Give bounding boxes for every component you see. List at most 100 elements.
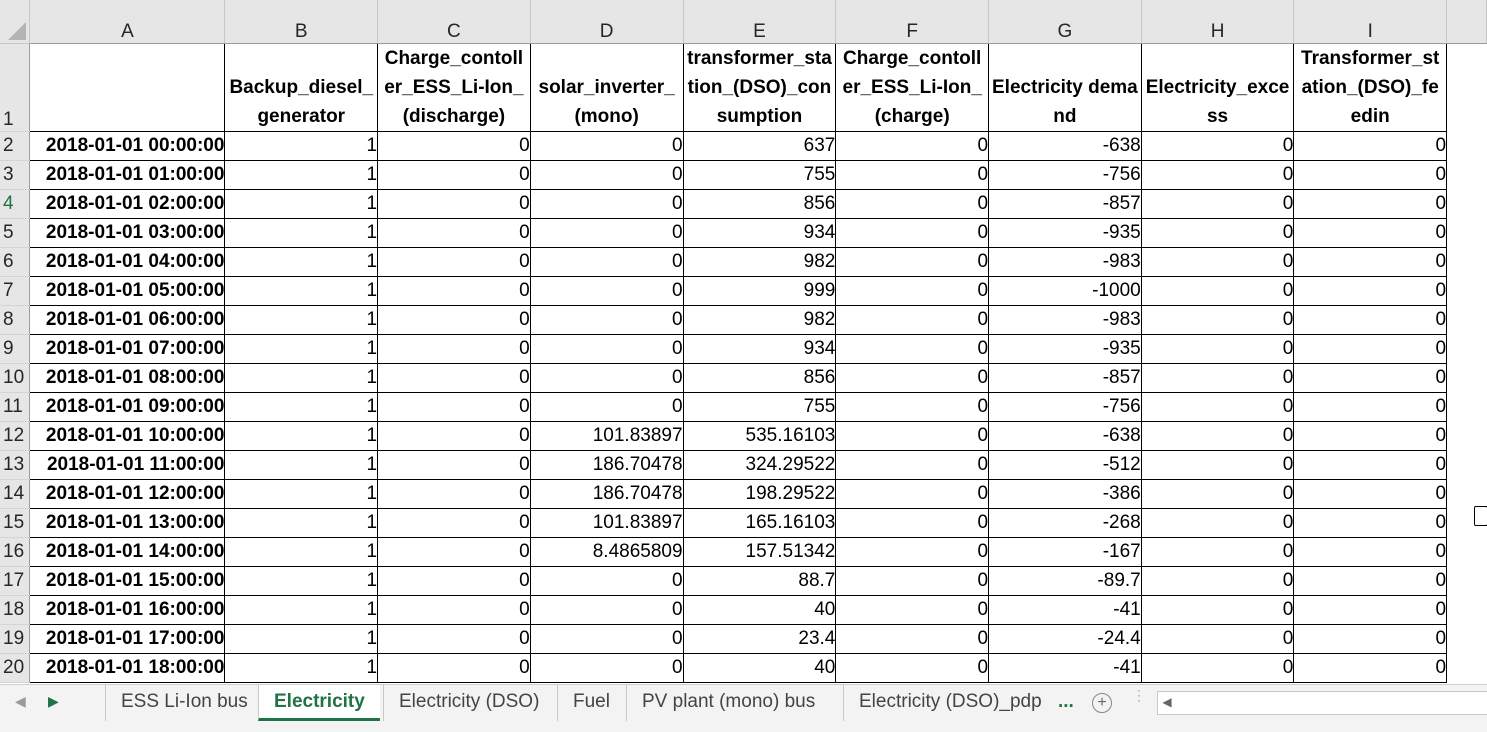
data-cell[interactable]: 1 [224, 624, 379, 654]
timestamp-cell[interactable]: 2018-01-01 02:00:00 [29, 189, 226, 219]
more-tabs-button[interactable]: ... [1058, 685, 1074, 719]
header-cell-transformer-consumption[interactable]: transformer_station_(DSO)_consumption [683, 43, 837, 132]
row-header[interactable]: 14 [0, 479, 31, 509]
data-cell[interactable]: 0 [835, 479, 990, 509]
data-cell[interactable]: 0 [377, 247, 531, 277]
scroll-left-icon[interactable]: ◀ [1157, 691, 1177, 713]
header-cell-charge-controller-charge[interactable]: Charge_contoller_ESS_Li-Ion_(charge) [835, 43, 990, 132]
plus-circle-icon[interactable]: + [1092, 693, 1112, 713]
data-cell[interactable]: -167 [988, 537, 1142, 567]
data-cell[interactable]: 0 [377, 392, 531, 422]
empty-cell[interactable] [1447, 190, 1487, 219]
data-cell[interactable]: -1000 [988, 276, 1142, 306]
timestamp-cell[interactable]: 2018-01-01 08:00:00 [29, 363, 226, 393]
column-header-g[interactable]: G [988, 0, 1142, 44]
data-cell[interactable]: 0 [377, 479, 531, 509]
data-cell[interactable]: 0 [1141, 218, 1295, 248]
data-cell[interactable]: 0 [377, 566, 531, 596]
empty-cell[interactable] [1447, 132, 1487, 161]
empty-cell[interactable] [1447, 567, 1487, 596]
data-cell[interactable]: 0 [1293, 363, 1448, 393]
column-header-i[interactable]: I [1293, 0, 1448, 44]
data-cell[interactable]: 0 [1293, 189, 1448, 219]
data-cell[interactable]: 186.70478 [530, 450, 684, 480]
timestamp-cell[interactable]: 2018-01-01 09:00:00 [29, 392, 226, 422]
data-cell[interactable]: 0 [1293, 624, 1448, 654]
data-cell[interactable]: 88.7 [683, 566, 837, 596]
data-cell[interactable]: 0 [835, 189, 990, 219]
tab-electricity[interactable]: Electricity [258, 685, 380, 721]
row-header[interactable]: 1 [0, 43, 31, 132]
timestamp-cell[interactable]: 2018-01-01 03:00:00 [29, 218, 226, 248]
data-cell[interactable]: 0 [530, 624, 684, 654]
data-cell[interactable]: 1 [224, 160, 379, 190]
data-cell[interactable]: 0 [530, 160, 684, 190]
row-header[interactable]: 4 [0, 189, 31, 219]
data-cell[interactable]: 0 [1141, 363, 1295, 393]
data-cell[interactable]: 0 [530, 595, 684, 625]
empty-cell[interactable] [1447, 248, 1487, 277]
data-cell[interactable]: 0 [1293, 305, 1448, 335]
timestamp-cell[interactable]: 2018-01-01 10:00:00 [29, 421, 226, 451]
data-cell[interactable]: 0 [1141, 131, 1295, 161]
empty-cell[interactable] [1447, 654, 1487, 683]
timestamp-cell[interactable]: 2018-01-01 12:00:00 [29, 479, 226, 509]
data-cell[interactable]: 0 [377, 653, 531, 683]
data-cell[interactable]: 0 [377, 537, 531, 567]
row-header[interactable]: 9 [0, 334, 31, 364]
data-cell[interactable]: 1 [224, 421, 379, 451]
data-cell[interactable]: 0 [835, 421, 990, 451]
data-cell[interactable]: 0 [1293, 160, 1448, 190]
data-cell[interactable]: 1 [224, 276, 379, 306]
data-cell[interactable]: 186.70478 [530, 479, 684, 509]
data-cell[interactable]: 0 [1293, 131, 1448, 161]
data-cell[interactable]: 0 [530, 363, 684, 393]
data-cell[interactable]: 0 [1141, 450, 1295, 480]
data-cell[interactable]: 0 [835, 624, 990, 654]
empty-cell[interactable] [1447, 364, 1487, 393]
data-cell[interactable]: 0 [1293, 595, 1448, 625]
data-cell[interactable]: 0 [835, 363, 990, 393]
data-cell[interactable]: 0 [1141, 595, 1295, 625]
column-header-h[interactable]: H [1141, 0, 1295, 44]
data-cell[interactable]: -857 [988, 363, 1142, 393]
empty-cell[interactable] [1447, 422, 1487, 451]
row-header[interactable]: 10 [0, 363, 31, 393]
timestamp-cell[interactable]: 2018-01-01 13:00:00 [29, 508, 226, 538]
data-cell[interactable]: 0 [1141, 624, 1295, 654]
data-cell[interactable]: 1 [224, 566, 379, 596]
header-cell-electricity-excess[interactable]: Electricity_excess [1141, 43, 1295, 132]
data-cell[interactable]: 101.83897 [530, 421, 684, 451]
data-cell[interactable]: 0 [530, 276, 684, 306]
data-cell[interactable]: 856 [683, 363, 837, 393]
data-cell[interactable]: 0 [1141, 508, 1295, 538]
data-cell[interactable]: 0 [1141, 392, 1295, 422]
data-cell[interactable]: -756 [988, 392, 1142, 422]
data-cell[interactable]: 1 [224, 595, 379, 625]
empty-cell[interactable] [1447, 480, 1487, 509]
data-cell[interactable]: 982 [683, 305, 837, 335]
data-cell[interactable]: 0 [530, 247, 684, 277]
empty-cell[interactable] [1447, 161, 1487, 190]
data-cell[interactable]: 0 [377, 363, 531, 393]
data-cell[interactable]: 0 [377, 508, 531, 538]
row-header[interactable]: 5 [0, 218, 31, 248]
data-cell[interactable]: -638 [988, 131, 1142, 161]
tab-electricity-dso[interactable]: Electricity (DSO) [383, 685, 554, 721]
column-header-b[interactable]: B [224, 0, 379, 44]
data-cell[interactable]: 0 [1141, 247, 1295, 277]
data-cell[interactable]: -24.4 [988, 624, 1142, 654]
data-cell[interactable]: -41 [988, 595, 1142, 625]
data-cell[interactable]: 0 [835, 566, 990, 596]
row-header[interactable]: 3 [0, 160, 31, 190]
data-cell[interactable]: -983 [988, 305, 1142, 335]
data-cell[interactable]: -935 [988, 218, 1142, 248]
data-cell[interactable]: 0 [835, 392, 990, 422]
data-cell[interactable]: 999 [683, 276, 837, 306]
data-cell[interactable]: 0 [377, 160, 531, 190]
data-cell[interactable]: 0 [835, 537, 990, 567]
data-cell[interactable]: 1 [224, 305, 379, 335]
data-cell[interactable]: 0 [1141, 479, 1295, 509]
data-cell[interactable]: -89.7 [988, 566, 1142, 596]
data-cell[interactable]: 0 [1293, 479, 1448, 509]
